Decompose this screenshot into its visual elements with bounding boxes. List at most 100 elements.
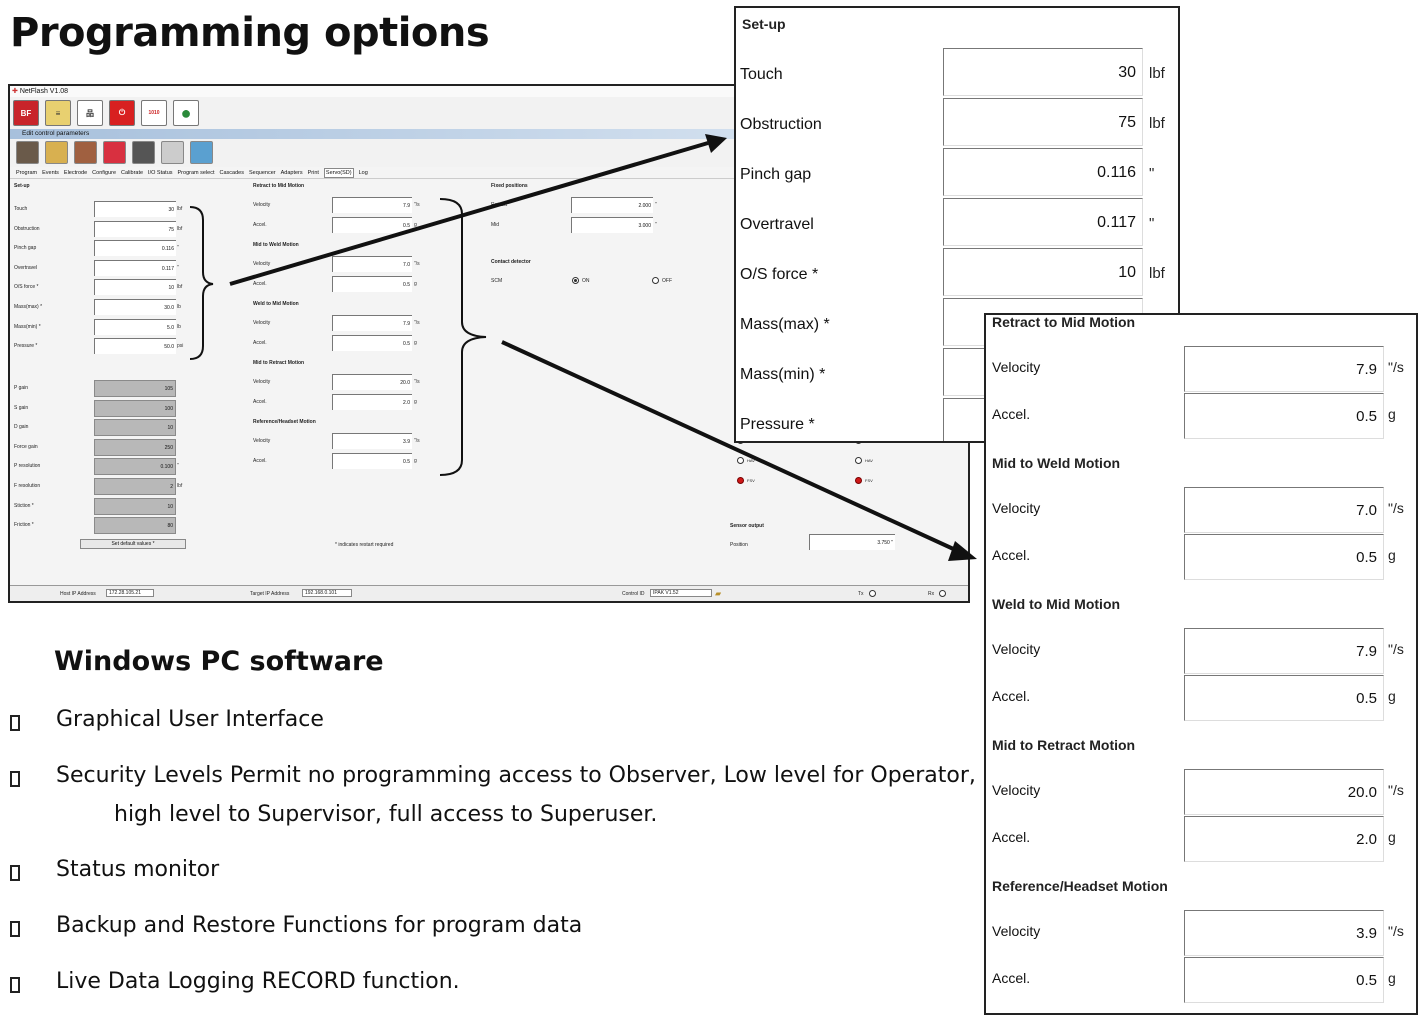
gain-value-field[interactable]: 80	[94, 517, 176, 535]
setup-panel-value-field[interactable]: 75	[943, 98, 1143, 146]
load-icon[interactable]	[16, 141, 39, 164]
gain-label: D gain	[14, 424, 29, 431]
tab-program-select[interactable]: Program select	[178, 167, 215, 178]
setup-value-field[interactable]: 0.117	[94, 259, 176, 276]
set-default-button[interactable]: Set default values *	[80, 539, 186, 549]
motion-value-field[interactable]: 7.9	[332, 197, 412, 213]
gain-value-field[interactable]: 100	[94, 399, 176, 417]
gain-value-field[interactable]: 10	[94, 419, 176, 437]
contact-on-radio[interactable]	[572, 277, 579, 284]
contact-off-label: OFF	[662, 278, 672, 284]
mode-radio[interactable]	[737, 477, 744, 484]
gain-value-field[interactable]: 250	[94, 438, 176, 456]
mode-radio[interactable]	[737, 457, 744, 464]
motion-value-field[interactable]: 0.5	[332, 275, 412, 292]
setup-value-field[interactable]: 10	[94, 279, 176, 296]
tab-cascades[interactable]: Cascades	[220, 167, 244, 178]
motion-value-field[interactable]: 3.9	[332, 433, 412, 449]
tab-events[interactable]: Events	[42, 167, 59, 178]
tab-print[interactable]: Print	[308, 167, 319, 178]
motion-panel-value-field[interactable]: 7.0	[1184, 487, 1384, 533]
gain-value-field[interactable]: 105	[94, 380, 176, 397]
setup-value-field[interactable]: 30	[94, 201, 176, 217]
motion-group-heading: Mid to Weld Motion	[253, 242, 299, 248]
setup-value-field[interactable]: 50.0	[94, 338, 176, 355]
motion-zoom-panel: Retract to Mid Motion Velocity 7.9 "/s Accel…	[984, 313, 1418, 1015]
setup-heading: Set-up	[14, 183, 30, 189]
folder-icon[interactable]: ▰	[715, 589, 721, 598]
motion-value-field[interactable]: 20.0	[332, 374, 412, 390]
fixed-value-field[interactable]: 3.000	[571, 216, 653, 233]
setup-value-field[interactable]: 5.0	[94, 318, 176, 335]
motion-panel-value-field[interactable]: 0.5	[1184, 675, 1384, 721]
bf-logo-icon[interactable]: BF	[13, 100, 39, 126]
contact-off-radio[interactable]	[652, 277, 659, 284]
tab-servo-sd-[interactable]: Servo(SD)	[323, 168, 354, 178]
binary-data-icon[interactable]: 1010	[141, 100, 167, 126]
sensor-position-field[interactable]: 3.750 "	[809, 534, 895, 550]
tab-configure[interactable]: Configure	[92, 167, 116, 178]
motion-value-field[interactable]: 0.5	[332, 216, 412, 233]
motion-panel-unit: "/s	[1388, 923, 1404, 939]
motion-panel-heading: Weld to Mid Motion	[992, 596, 1121, 612]
control-id-field[interactable]: IPAK V1.52	[650, 589, 712, 597]
motion-label: Accel.	[253, 398, 267, 405]
motion-label: Velocity	[253, 261, 271, 267]
motion-panel-value-field[interactable]: 7.9	[1184, 628, 1384, 674]
tab-electrode[interactable]: Electrode	[64, 167, 87, 178]
feature-item: Live Data Logging RECORD function.	[56, 969, 460, 994]
device-icon[interactable]	[132, 141, 155, 164]
motion-value-field[interactable]: 7.0	[332, 256, 412, 272]
motion-unit: "/s	[414, 379, 420, 385]
target-ip-field[interactable]: 192.168.0.101	[302, 589, 352, 597]
gain-label: Stiction *	[14, 502, 34, 509]
setup-panel-value-field[interactable]: 0.116	[943, 148, 1143, 196]
motion-panel-value-field[interactable]: 0.5	[1184, 534, 1384, 580]
window-export-icon[interactable]	[190, 141, 213, 164]
tab-program[interactable]: Program	[16, 167, 37, 178]
setup-panel-value-field[interactable]: 10	[943, 248, 1143, 296]
feature-item: Security Levels Permit no programming ac…	[56, 763, 976, 788]
tab-adapters[interactable]: Adapters	[281, 167, 303, 178]
motion-panel-value-field[interactable]: 20.0	[1184, 769, 1384, 815]
motion-value-field[interactable]: 0.5	[332, 452, 412, 469]
sensor-output-heading: Sensor output	[730, 523, 764, 529]
motion-panel-value-field[interactable]: 3.9	[1184, 910, 1384, 956]
contact-detector-heading: Contact detector	[491, 259, 531, 265]
setup-label: Overtravel	[14, 264, 38, 271]
network-icon[interactable]: 品	[77, 100, 103, 126]
tab-i-o-status[interactable]: I/O Status	[148, 167, 172, 178]
document-icon[interactable]: ≡	[45, 100, 71, 126]
motion-panel-value-field[interactable]: 2.0	[1184, 816, 1384, 862]
tab-sequencer[interactable]: Sequencer	[249, 167, 276, 178]
gain-value-field[interactable]: 10	[94, 497, 176, 515]
gain-label: Force gain	[14, 443, 38, 450]
tab-log[interactable]: Log	[359, 167, 368, 178]
setup-value-field[interactable]: 75	[94, 220, 176, 237]
motion-value-field[interactable]: 7.9	[332, 315, 412, 331]
setup-panel-value-field[interactable]: 0.117	[943, 198, 1143, 246]
mode-radio[interactable]	[855, 457, 862, 464]
motion-value-field[interactable]: 2.0	[332, 393, 412, 410]
user-icon[interactable]: ●	[173, 100, 199, 126]
setup-value-field[interactable]: 30.0	[94, 299, 176, 315]
motion-panel-value-field[interactable]: 0.5	[1184, 957, 1384, 1003]
tab-calibrate[interactable]: Calibrate	[121, 167, 143, 178]
target-ip-label: Target IP Address	[250, 591, 290, 597]
transfer-icon[interactable]	[74, 141, 97, 164]
setup-panel-value-field[interactable]: 30	[943, 48, 1143, 96]
copy-icon[interactable]	[161, 141, 184, 164]
open-folder-icon[interactable]	[45, 141, 68, 164]
fixed-value-field[interactable]: 2.000	[571, 197, 653, 213]
host-ip-field[interactable]: 172.28.105.21	[106, 589, 154, 597]
motion-panel-value-field[interactable]: 0.5	[1184, 393, 1384, 439]
motion-value-field[interactable]: 0.5	[332, 334, 412, 351]
feature-item: Graphical User Interface	[56, 707, 324, 732]
power-icon[interactable]: ⏻	[109, 100, 135, 126]
gain-value-field[interactable]: 2	[94, 478, 176, 495]
motion-panel-value-field[interactable]: 7.9	[1184, 346, 1384, 392]
save-icon[interactable]	[103, 141, 126, 164]
setup-value-field[interactable]: 0.116	[94, 240, 176, 257]
gain-value-field[interactable]: 0.100	[94, 458, 176, 476]
mode-radio[interactable]	[855, 477, 862, 484]
